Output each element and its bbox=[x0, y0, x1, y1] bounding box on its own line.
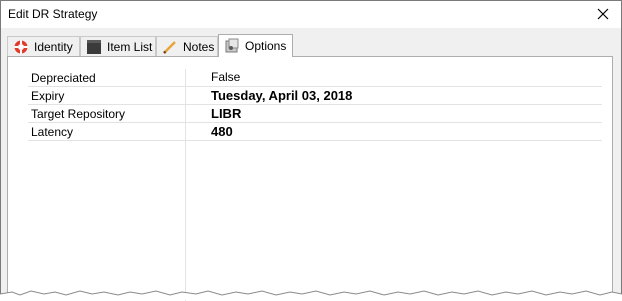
property-value[interactable]: 480 bbox=[211, 124, 233, 139]
title-bar: Edit DR Strategy bbox=[1, 1, 621, 28]
item-list-icon bbox=[86, 39, 102, 55]
property-value[interactable]: Tuesday, April 03, 2018 bbox=[211, 88, 352, 103]
close-icon bbox=[597, 8, 609, 20]
property-value[interactable]: False bbox=[211, 70, 240, 84]
pencil-icon bbox=[162, 39, 178, 55]
tab-item-list[interactable]: Item List bbox=[80, 36, 156, 56]
window-title: Edit DR Strategy bbox=[8, 7, 98, 21]
lifebuoy-icon bbox=[13, 39, 29, 55]
property-row-latency[interactable]: Latency 480 bbox=[28, 123, 602, 141]
property-row-depreciated[interactable]: Depreciated False bbox=[28, 69, 602, 87]
torn-edge bbox=[0, 290, 622, 300]
property-key: Expiry bbox=[31, 89, 65, 103]
tab-identity-label: Identity bbox=[34, 39, 73, 54]
options-panel: Depreciated False Expiry Tuesday, April … bbox=[7, 56, 613, 301]
close-button[interactable] bbox=[591, 3, 615, 25]
tab-options-label: Options bbox=[245, 39, 287, 53]
tab-identity[interactable]: Identity bbox=[7, 36, 80, 56]
property-key: Target Repository bbox=[31, 107, 126, 121]
edit-dr-strategy-dialog: Edit DR Strategy Identity Item List Note… bbox=[0, 0, 622, 301]
tab-notes[interactable]: Notes bbox=[156, 36, 218, 56]
property-grid: Depreciated False Expiry Tuesday, April … bbox=[28, 69, 602, 141]
options-icon bbox=[224, 38, 240, 54]
property-row-expiry[interactable]: Expiry Tuesday, April 03, 2018 bbox=[28, 87, 602, 105]
property-key: Latency bbox=[31, 125, 74, 139]
property-row-target-repository[interactable]: Target Repository LIBR bbox=[28, 105, 602, 123]
tab-item-list-label: Item List bbox=[107, 39, 153, 54]
property-value[interactable]: LIBR bbox=[211, 106, 241, 121]
property-key: Depreciated bbox=[31, 71, 96, 85]
tab-notes-label: Notes bbox=[183, 39, 215, 54]
tab-options[interactable]: Options bbox=[218, 34, 293, 57]
